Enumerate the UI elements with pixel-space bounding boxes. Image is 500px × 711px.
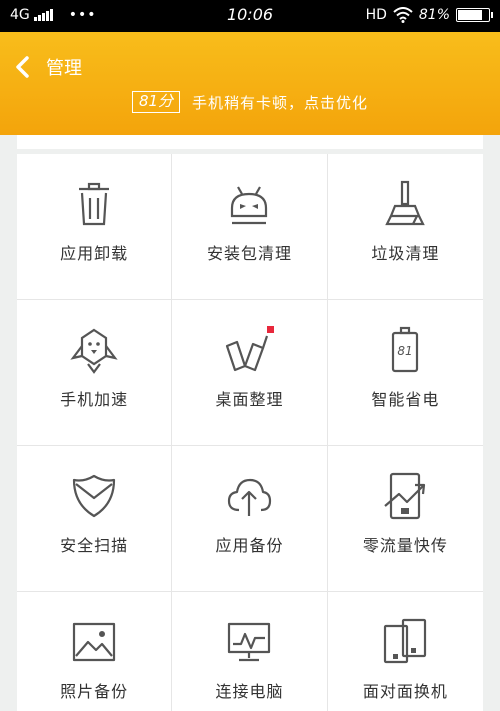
desktop-organize-icon [226,326,275,372]
shield-icon [73,474,116,518]
battery-saver-icon: 81 [392,326,419,373]
tool-label: 桌面整理 [215,390,284,409]
tool-label: 照片备份 [60,682,129,701]
phone-switch-icon [384,618,427,664]
battery-percent: 81% [418,7,450,23]
chevron-left-icon [16,56,29,78]
tool-phone-boost[interactable]: 手机加速 [17,300,173,446]
tool-label: 面对面换机 [362,682,448,701]
fast-transfer-icon [384,472,426,520]
tool-junk-clean[interactable]: 垃圾清理 [327,154,483,300]
header-bar: 管理 81分 手机稍有卡顿，点击优化 [0,32,500,135]
tool-label: 智能省电 [371,390,440,409]
tool-apk-clean[interactable]: 安装包清理 [172,154,328,300]
cloud-upload-icon [228,478,272,516]
tool-photo-backup[interactable]: 照片备份 [17,592,173,711]
tool-label: 垃圾清理 [371,244,440,263]
hd-indicator: HD [365,7,387,23]
tool-security-scan[interactable]: 安全扫描 [17,446,173,592]
tool-label: 应用备份 [215,536,284,555]
new-badge [267,326,275,333]
score-badge: 81分 [131,91,181,113]
broom-icon [385,180,426,226]
tool-app-uninstall[interactable]: 应用卸载 [17,154,173,300]
optimize-tip: 手机稍有卡顿，点击优化 [192,93,369,112]
trash-icon [79,182,110,226]
tool-label: 安全扫描 [60,536,129,555]
tool-label: 安装包清理 [206,244,292,263]
rocket-icon [70,328,118,374]
page-title: 管理 [46,58,82,79]
tool-desktop-organize[interactable]: 桌面整理 [172,300,328,446]
tool-label: 应用卸载 [60,244,129,263]
battery-icon [456,8,493,22]
android-icon [231,186,268,225]
tools-grid: 应用卸载 安装包清理 垃圾清理 手机加速 桌面整理 81 智能省电 安全扫描 应… [17,154,483,711]
tool-zero-data-transfer[interactable]: 零流量快传 [327,446,483,592]
tool-smart-power[interactable]: 81 智能省电 [327,300,483,446]
back-button[interactable] [12,54,36,80]
tool-label: 手机加速 [60,390,129,409]
optimize-prompt[interactable]: 81分 手机稍有卡顿，点击优化 [0,91,500,113]
tool-label: 连接电脑 [215,682,284,701]
tool-connect-computer[interactable]: 连接电脑 [172,592,328,711]
computer-icon [228,622,271,662]
tool-label: 零流量快传 [362,536,448,555]
tool-face-to-face-switch[interactable]: 面对面换机 [327,592,483,711]
wifi-icon [393,7,413,23]
photo-icon [73,622,116,662]
divider-strip [17,135,483,149]
svg-text:81: 81 [398,344,413,358]
tool-app-backup[interactable]: 应用备份 [172,446,328,592]
status-bar: 4G ••• 10:06 HD 81% [0,0,500,32]
